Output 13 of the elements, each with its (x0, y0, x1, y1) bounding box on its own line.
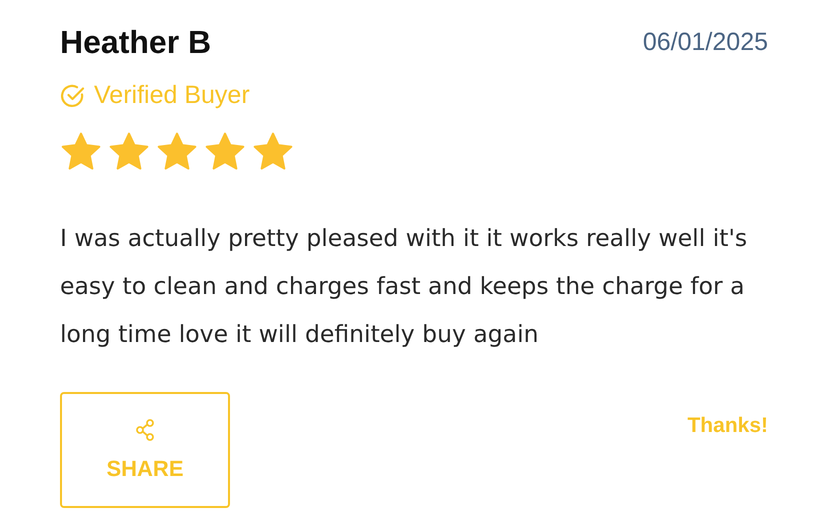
star-icon (108, 132, 150, 172)
reviewer-name: Heather B (60, 24, 212, 61)
star-icon (156, 132, 198, 172)
review-date: 06/01/2025 (642, 28, 768, 57)
share-icon (134, 418, 156, 442)
check-circle-icon (60, 82, 86, 108)
share-button[interactable]: SHARE (60, 392, 230, 508)
review-text: I was actually pretty pleased with it it works really well it's easy to clean and charges fast and keeps the charge for a long time love it will definitely buy again (60, 223, 748, 350)
star-icon (252, 132, 294, 172)
verified-buyer-label: Verified Buyer (94, 81, 250, 110)
star-icon (60, 132, 102, 172)
star-icon (204, 132, 246, 172)
thanks-label: Thanks! (687, 414, 768, 438)
